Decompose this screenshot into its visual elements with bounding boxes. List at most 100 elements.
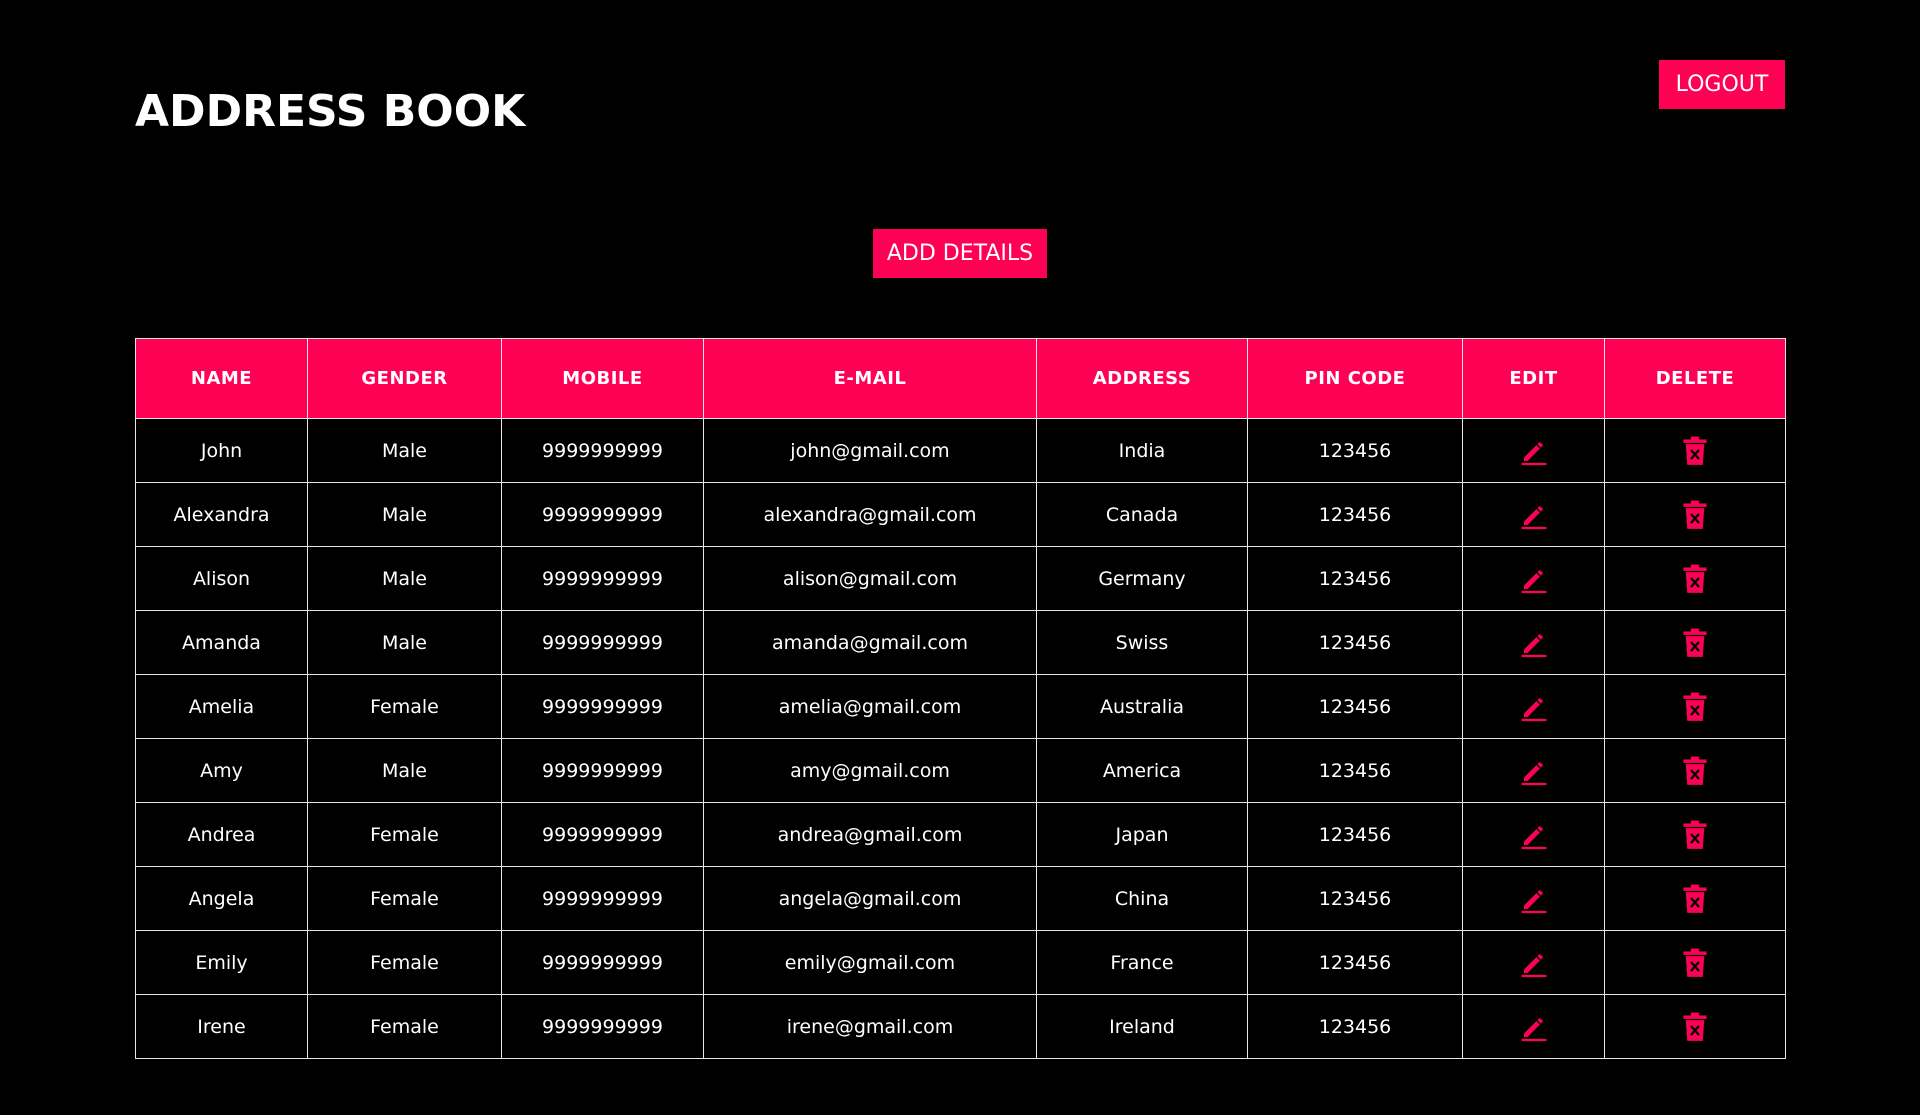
cell-address: Germany xyxy=(1036,546,1248,611)
cell-name: Angela xyxy=(135,866,308,931)
cell-pin: 123456 xyxy=(1247,994,1463,1059)
cell-gender: Male xyxy=(307,738,502,803)
cell-address: China xyxy=(1036,866,1248,931)
trash-icon[interactable] xyxy=(1682,756,1708,785)
table-row: Amy Male 9999999999 amy@gmail.com America 123… xyxy=(135,738,1786,803)
cell-edit xyxy=(1462,930,1605,995)
cell-mobile: 9999999999 xyxy=(501,802,704,867)
cell-gender: Male xyxy=(307,482,502,547)
cell-name: Andrea xyxy=(135,802,308,867)
cell-address: Japan xyxy=(1036,802,1248,867)
cell-pin: 123456 xyxy=(1247,482,1463,547)
cell-email: andrea@gmail.com xyxy=(703,802,1037,867)
cell-mobile: 9999999999 xyxy=(501,738,704,803)
table-body: John Male 9999999999 john@gmail.com India 123… xyxy=(135,418,1786,1059)
cell-gender: Male xyxy=(307,546,502,611)
pencil-icon[interactable] xyxy=(1519,823,1549,849)
trash-icon[interactable] xyxy=(1682,948,1708,977)
pencil-icon[interactable] xyxy=(1519,759,1549,785)
trash-icon[interactable] xyxy=(1682,692,1708,721)
pencil-icon[interactable] xyxy=(1519,951,1549,977)
table-row: Amanda Male 9999999999 amanda@gmail.com Swis… xyxy=(135,610,1786,675)
cell-name: Amelia xyxy=(135,674,308,739)
pencil-icon[interactable] xyxy=(1519,1015,1549,1041)
pencil-icon[interactable] xyxy=(1519,503,1549,529)
cell-name: John xyxy=(135,418,308,483)
logout-button[interactable]: LOGOUT xyxy=(1659,60,1785,109)
cell-email: amanda@gmail.com xyxy=(703,610,1037,675)
cell-gender: Male xyxy=(307,610,502,675)
trash-icon[interactable] xyxy=(1682,628,1708,657)
trash-icon[interactable] xyxy=(1682,436,1708,465)
cell-name: Irene xyxy=(135,994,308,1059)
cell-address: India xyxy=(1036,418,1248,483)
address-table: NAME GENDER MOBILE E-MAIL ADDRESS PIN CO… xyxy=(135,338,1786,1059)
cell-delete xyxy=(1604,482,1786,547)
table-row: Andrea Female 9999999999 andrea@gmail.com Ja… xyxy=(135,802,1786,867)
column-header-email: E-MAIL xyxy=(703,338,1037,419)
cell-edit xyxy=(1462,738,1605,803)
cell-mobile: 9999999999 xyxy=(501,674,704,739)
table-row: Amelia Female 9999999999 amelia@gmail.com Au… xyxy=(135,674,1786,739)
cell-address: Swiss xyxy=(1036,610,1248,675)
trash-icon[interactable] xyxy=(1682,1012,1708,1041)
cell-address: Australia xyxy=(1036,674,1248,739)
cell-pin: 123456 xyxy=(1247,738,1463,803)
cell-mobile: 9999999999 xyxy=(501,994,704,1059)
cell-email: angela@gmail.com xyxy=(703,866,1037,931)
cell-email: alexandra@gmail.com xyxy=(703,482,1037,547)
column-header-pin-code: PIN CODE xyxy=(1247,338,1463,419)
table-row: Alexandra Male 9999999999 alexandra@gmail.c… xyxy=(135,482,1786,547)
cell-edit xyxy=(1462,994,1605,1059)
cell-address: Ireland xyxy=(1036,994,1248,1059)
trash-icon[interactable] xyxy=(1682,884,1708,913)
cell-pin: 123456 xyxy=(1247,418,1463,483)
trash-icon[interactable] xyxy=(1682,820,1708,849)
cell-pin: 123456 xyxy=(1247,866,1463,931)
cell-address: France xyxy=(1036,930,1248,995)
trash-icon[interactable] xyxy=(1682,500,1708,529)
cell-delete xyxy=(1604,674,1786,739)
column-header-edit: EDIT xyxy=(1462,338,1605,419)
cell-email: amelia@gmail.com xyxy=(703,674,1037,739)
cell-pin: 123456 xyxy=(1247,610,1463,675)
page-title: ADDRESS BOOK xyxy=(135,86,526,137)
table-row: Irene Female 9999999999 irene@gmail.com Irel… xyxy=(135,994,1786,1059)
cell-mobile: 9999999999 xyxy=(501,930,704,995)
cell-pin: 123456 xyxy=(1247,802,1463,867)
cell-pin: 123456 xyxy=(1247,930,1463,995)
table-row: John Male 9999999999 john@gmail.com India 123… xyxy=(135,418,1786,483)
cell-delete xyxy=(1604,994,1786,1059)
cell-pin: 123456 xyxy=(1247,546,1463,611)
pencil-icon[interactable] xyxy=(1519,631,1549,657)
cell-mobile: 9999999999 xyxy=(501,418,704,483)
cell-edit xyxy=(1462,610,1605,675)
column-header-delete: DELETE xyxy=(1604,338,1786,419)
cell-delete xyxy=(1604,418,1786,483)
cell-name: Amanda xyxy=(135,610,308,675)
cell-name: Alexandra xyxy=(135,482,308,547)
pencil-icon[interactable] xyxy=(1519,567,1549,593)
pencil-icon[interactable] xyxy=(1519,439,1549,465)
pencil-icon[interactable] xyxy=(1519,695,1549,721)
table-row: Angela Female 9999999999 angela@gmail.com Ch… xyxy=(135,866,1786,931)
table-row: Emily Female 9999999999 emily@gmail.com Fran… xyxy=(135,930,1786,995)
cell-name: Emily xyxy=(135,930,308,995)
cell-email: john@gmail.com xyxy=(703,418,1037,483)
cell-name: Alison xyxy=(135,546,308,611)
pencil-icon[interactable] xyxy=(1519,887,1549,913)
trash-icon[interactable] xyxy=(1682,564,1708,593)
cell-address: America xyxy=(1036,738,1248,803)
cell-delete xyxy=(1604,610,1786,675)
cell-delete xyxy=(1604,930,1786,995)
cell-edit xyxy=(1462,866,1605,931)
table-header-row: NAME GENDER MOBILE E-MAIL ADDRESS PIN CO… xyxy=(135,338,1786,419)
cell-email: emily@gmail.com xyxy=(703,930,1037,995)
cell-mobile: 9999999999 xyxy=(501,546,704,611)
cell-edit xyxy=(1462,546,1605,611)
cell-mobile: 9999999999 xyxy=(501,866,704,931)
add-details-button[interactable]: ADD DETAILS xyxy=(873,229,1047,278)
cell-mobile: 9999999999 xyxy=(501,610,704,675)
cell-gender: Male xyxy=(307,418,502,483)
cell-edit xyxy=(1462,418,1605,483)
